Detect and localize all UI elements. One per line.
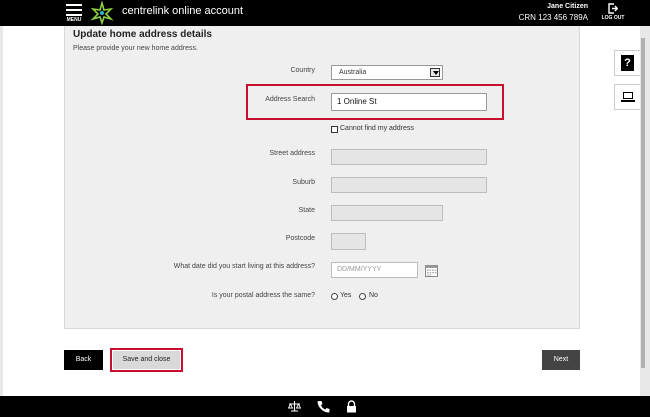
country-label: Country	[290, 67, 315, 74]
address-search-input[interactable]: 1 Online St	[331, 93, 487, 111]
top-header: MENU centrelink online account Jane Citi…	[0, 0, 650, 26]
footer-bar	[0, 396, 650, 417]
suburb-label: Suburb	[292, 179, 315, 186]
postal-same-label: Is your postal address the same?	[211, 292, 315, 299]
postcode-label: Postcode	[285, 235, 315, 242]
scales-icon[interactable]	[288, 400, 301, 413]
next-button[interactable]: Next	[542, 350, 580, 370]
logout-icon	[608, 3, 618, 14]
user-name: Jane Citizen	[547, 3, 588, 10]
menu-label: MENU	[66, 17, 82, 23]
menu-icon-bar	[66, 9, 82, 11]
form-title: Update home address details	[73, 29, 212, 40]
lock-icon[interactable]	[345, 400, 358, 413]
cannot-find-label[interactable]: Cannot find my address	[340, 125, 414, 132]
app-title: centrelink online account	[122, 5, 244, 17]
start-date-label: What date did you start living at this a…	[173, 263, 315, 270]
form-subtitle: Please provide your new home address.	[73, 45, 198, 52]
state-label: State	[298, 207, 315, 214]
crn-number: CRN 123 456 789A	[518, 13, 588, 22]
street-address-field[interactable]	[331, 149, 487, 165]
help-button[interactable]: ?	[614, 50, 640, 76]
postcode-field[interactable]	[331, 233, 366, 250]
back-button[interactable]: Back	[64, 350, 103, 370]
address-form-panel: Update home address details Please provi…	[64, 26, 580, 329]
computer-icon	[621, 92, 635, 102]
address-search-label: Address Search	[265, 96, 315, 103]
suburb-field[interactable]	[331, 177, 487, 193]
postal-same-no-radio[interactable]	[359, 293, 366, 300]
postal-same-yes-label[interactable]: Yes	[340, 292, 351, 299]
logout-button[interactable]: LOG OUT	[599, 3, 627, 25]
postal-same-yes-radio[interactable]	[331, 293, 338, 300]
state-field[interactable]	[331, 205, 443, 221]
left-border	[0, 26, 3, 396]
start-date-input[interactable]: DD/MM/YYYY	[331, 262, 418, 278]
help-icon: ?	[621, 55, 634, 71]
screen-button[interactable]	[614, 84, 640, 110]
cannot-find-checkbox[interactable]	[331, 126, 338, 133]
chevron-down-icon[interactable]	[430, 68, 440, 77]
phone-icon[interactable]	[317, 400, 330, 413]
menu-icon-bar	[66, 14, 82, 16]
calendar-icon[interactable]	[425, 264, 438, 277]
menu-icon-bar	[66, 4, 82, 6]
country-select[interactable]: Australia	[331, 65, 443, 80]
scrollbar-thumb[interactable]	[641, 38, 645, 368]
menu-button[interactable]: MENU	[64, 2, 84, 24]
country-value: Australia	[339, 69, 367, 76]
postal-same-no-label[interactable]: No	[369, 292, 378, 299]
logout-label: LOG OUT	[601, 15, 625, 21]
save-close-button[interactable]: Save and close	[113, 351, 180, 369]
centrelink-logo-icon[interactable]	[90, 1, 114, 25]
street-address-label: Street address	[269, 150, 315, 157]
